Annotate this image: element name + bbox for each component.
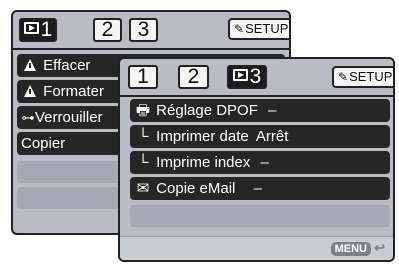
menu-button[interactable]: MENU <box>330 242 371 256</box>
envelope-icon: ✉ <box>136 180 150 197</box>
tab-playback-3[interactable]: 3 <box>227 65 267 89</box>
warning-icon <box>21 54 39 77</box>
tab-strip: 1 2 3 ✎SETUP <box>120 59 393 97</box>
tab-1[interactable]: 1 <box>128 65 158 89</box>
return-icon: ↩ <box>374 240 385 255</box>
menu-item-copie-email[interactable]: ✉ Copie eMail – <box>130 177 390 200</box>
setup-button[interactable]: ✎SETUP <box>332 66 393 88</box>
tab-3[interactable]: 3 <box>129 18 158 42</box>
tab-strip: 1 2 3 ✎SETUP <box>13 12 289 50</box>
playback-icon <box>23 22 39 34</box>
setup-button[interactable]: ✎SETUP <box>228 18 289 40</box>
wrench-icon: ✎ <box>234 22 245 36</box>
menu-item-imprime-index[interactable]: └ Imprime index – <box>130 151 390 174</box>
empty-row <box>130 205 390 227</box>
wrench-icon: ✎ <box>338 70 349 84</box>
tab-2[interactable]: 2 <box>178 65 209 89</box>
sub-item-icon: └ <box>137 128 149 145</box>
playback-icon <box>232 69 248 81</box>
menu-panel-front: 1 2 3 ✎SETUP 🖶 Réglage DPOF – └ Imprimer… <box>118 57 395 262</box>
menu-item-reglage-dpof[interactable]: 🖶 Réglage DPOF – <box>130 99 390 122</box>
tab-2[interactable]: 2 <box>93 18 122 42</box>
tab-playback-1[interactable]: 1 <box>19 18 57 42</box>
warning-icon <box>21 80 39 103</box>
printer-icon: 🖶 <box>135 102 151 119</box>
sub-item-icon: └ <box>137 154 149 171</box>
bottom-bar: MENU ↩ <box>120 236 393 260</box>
menu-item-imprimer-date[interactable]: └ Imprimer date Arrêt <box>130 125 390 148</box>
key-icon: ⊶ <box>21 110 35 125</box>
